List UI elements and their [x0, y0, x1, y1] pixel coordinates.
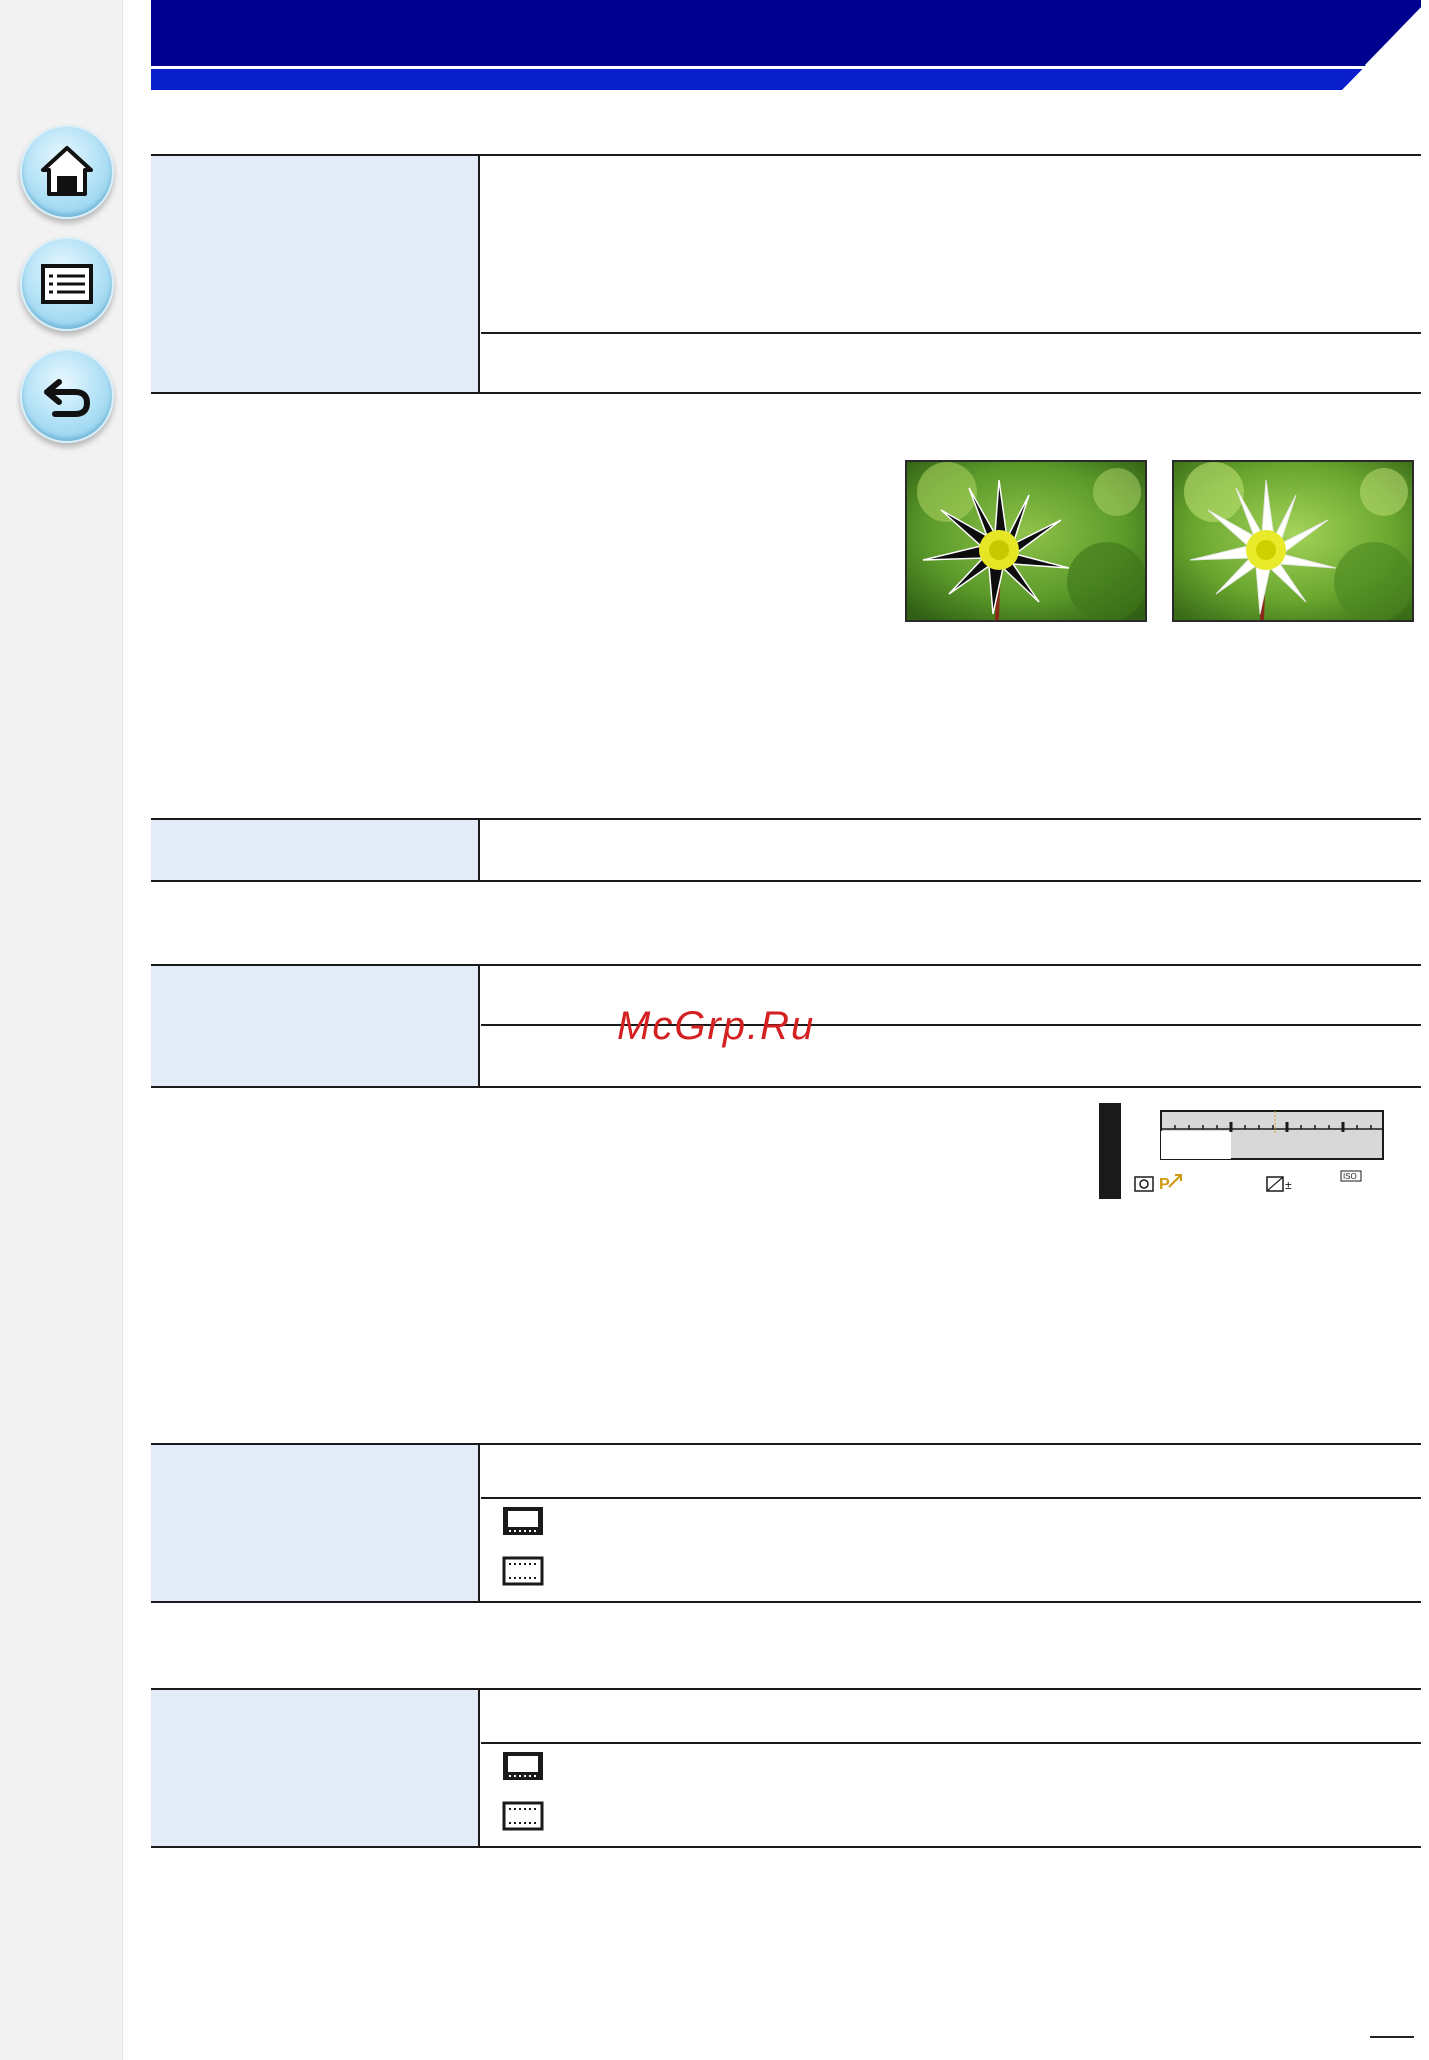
svg-text:P: P: [1159, 1176, 1170, 1193]
table-label-cell: [151, 820, 480, 880]
home-button[interactable]: [20, 125, 114, 219]
viewfinder-frame-icon: [502, 1556, 544, 1586]
contents-button[interactable]: [20, 237, 114, 331]
table-row: [481, 1497, 1421, 1601]
table-label-cell: [151, 156, 480, 392]
table-row: [481, 332, 1421, 392]
svg-text:±: ±: [1285, 1178, 1292, 1192]
back-button[interactable]: [20, 349, 114, 443]
header-underbar: [151, 69, 1421, 90]
settings-table-5: [151, 1688, 1421, 1848]
settings-table-4: [151, 1443, 1421, 1603]
header-bar: [151, 0, 1421, 66]
home-icon: [41, 146, 93, 196]
back-arrow-icon: [44, 379, 91, 417]
page-number-rule: [1370, 2036, 1414, 2038]
table-row: [481, 156, 1421, 332]
table-label-cell: [151, 966, 480, 1086]
camera-screen-illustration: P ± ISO: [1099, 1103, 1407, 1199]
table-row: [481, 1445, 1421, 1497]
table-row: [481, 1742, 1421, 1846]
monitor-frame-icon: [503, 1507, 543, 1535]
table-label-cell: [151, 1690, 480, 1846]
table-label-cell: [151, 1445, 480, 1601]
settings-table-2: [151, 818, 1421, 882]
flower-photo-bright: [1172, 460, 1414, 622]
monitor-frame-icon: [503, 1752, 543, 1780]
list-icon: [41, 264, 93, 304]
viewfinder-frame-icon: [502, 1801, 544, 1831]
svg-text:ISO: ISO: [1343, 1172, 1357, 1181]
table-row: [481, 1690, 1421, 1742]
header-corner: [1340, 0, 1429, 92]
table-row: [481, 820, 1421, 878]
flower-photo-dark: [905, 460, 1147, 622]
settings-table-1: [151, 154, 1421, 394]
watermark: McGrp.Ru: [617, 1004, 816, 1048]
